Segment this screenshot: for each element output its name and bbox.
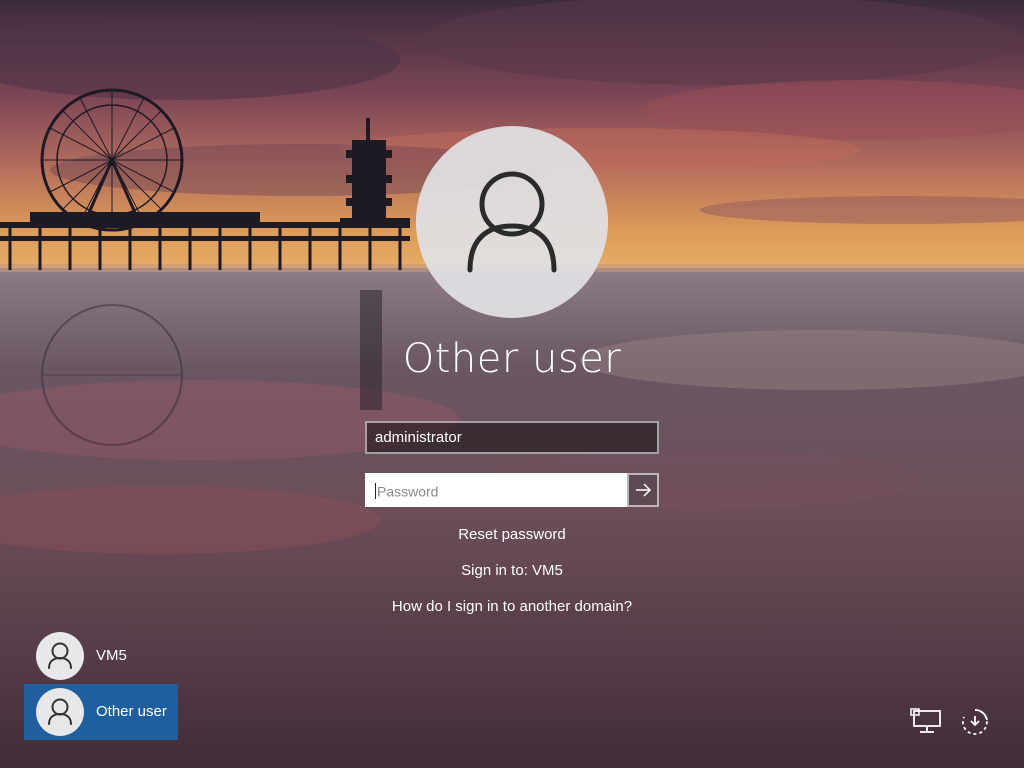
other-domain-link[interactable]: How do I sign in to another domain? <box>312 598 712 615</box>
user-avatar-large <box>416 126 608 318</box>
network-button[interactable] <box>910 705 944 739</box>
ease-of-access-button[interactable] <box>958 705 992 739</box>
person-icon <box>48 642 72 669</box>
password-field[interactable]: Password <box>365 473 627 507</box>
sign-in-to-label: Sign in to: VM5 <box>461 562 563 579</box>
network-icon <box>910 708 941 733</box>
username-field[interactable]: administrator <box>365 421 659 454</box>
user-tile-other-user[interactable]: Other user <box>24 684 178 740</box>
lock-screen: Other user administrator Password Reset … <box>0 0 1024 768</box>
user-display-name: Other user <box>402 336 622 382</box>
text-caret <box>375 483 376 500</box>
user-tile-vm5[interactable]: VM5 <box>24 628 178 684</box>
user-avatar-small <box>36 632 84 680</box>
person-icon <box>48 698 72 725</box>
user-tile-label: VM5 <box>96 647 127 664</box>
password-placeholder: Password <box>377 483 439 500</box>
ease-of-access-icon <box>962 709 988 735</box>
password-row: Password <box>365 473 659 507</box>
arrow-right-icon <box>636 483 652 497</box>
user-avatar-small <box>36 688 84 736</box>
user-tile-label: Other user <box>96 703 167 720</box>
person-icon <box>467 171 557 273</box>
reset-password-link[interactable]: Reset password <box>312 526 712 543</box>
submit-button[interactable] <box>627 473 659 507</box>
